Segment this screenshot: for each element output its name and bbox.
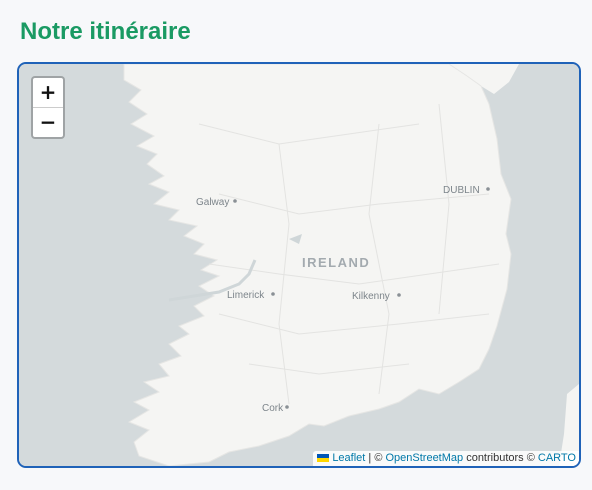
city-label-limerick: Limerick [227,290,265,301]
dublin-dot [486,187,490,191]
city-label-cork: Cork [262,403,284,414]
openstreetmap-link[interactable]: OpenStreetMap [385,452,463,464]
cork-dot [285,405,289,409]
kilkenny-dot [397,293,401,297]
attribution-separator: | © [365,452,386,464]
map-attribution: Leaflet | © OpenStreetMap contributors ©… [313,451,579,466]
country-label: IRELAND [302,255,370,270]
ukraine-flag-icon [317,454,330,462]
city-label-galway: Galway [196,197,229,208]
limerick-dot [271,292,275,296]
city-label-dublin: DUBLIN [443,185,480,196]
zoom-in-button[interactable]: + [33,78,63,107]
page-title: Notre itinéraire [20,18,191,45]
map-canvas[interactable]: Galway DUBLIN Limerick Kilkenny Cork IRE… [19,64,579,466]
zoom-out-button[interactable]: − [33,107,63,137]
leaflet-link[interactable]: Leaflet [332,452,365,464]
attribution-contributors: contributors © [463,452,538,464]
carto-link[interactable]: CARTO [538,452,576,464]
map-container[interactable]: Galway DUBLIN Limerick Kilkenny Cork IRE… [17,62,581,468]
galway-dot [233,199,237,203]
city-label-kilkenny: Kilkenny [352,291,390,302]
zoom-control: + − [31,76,65,139]
